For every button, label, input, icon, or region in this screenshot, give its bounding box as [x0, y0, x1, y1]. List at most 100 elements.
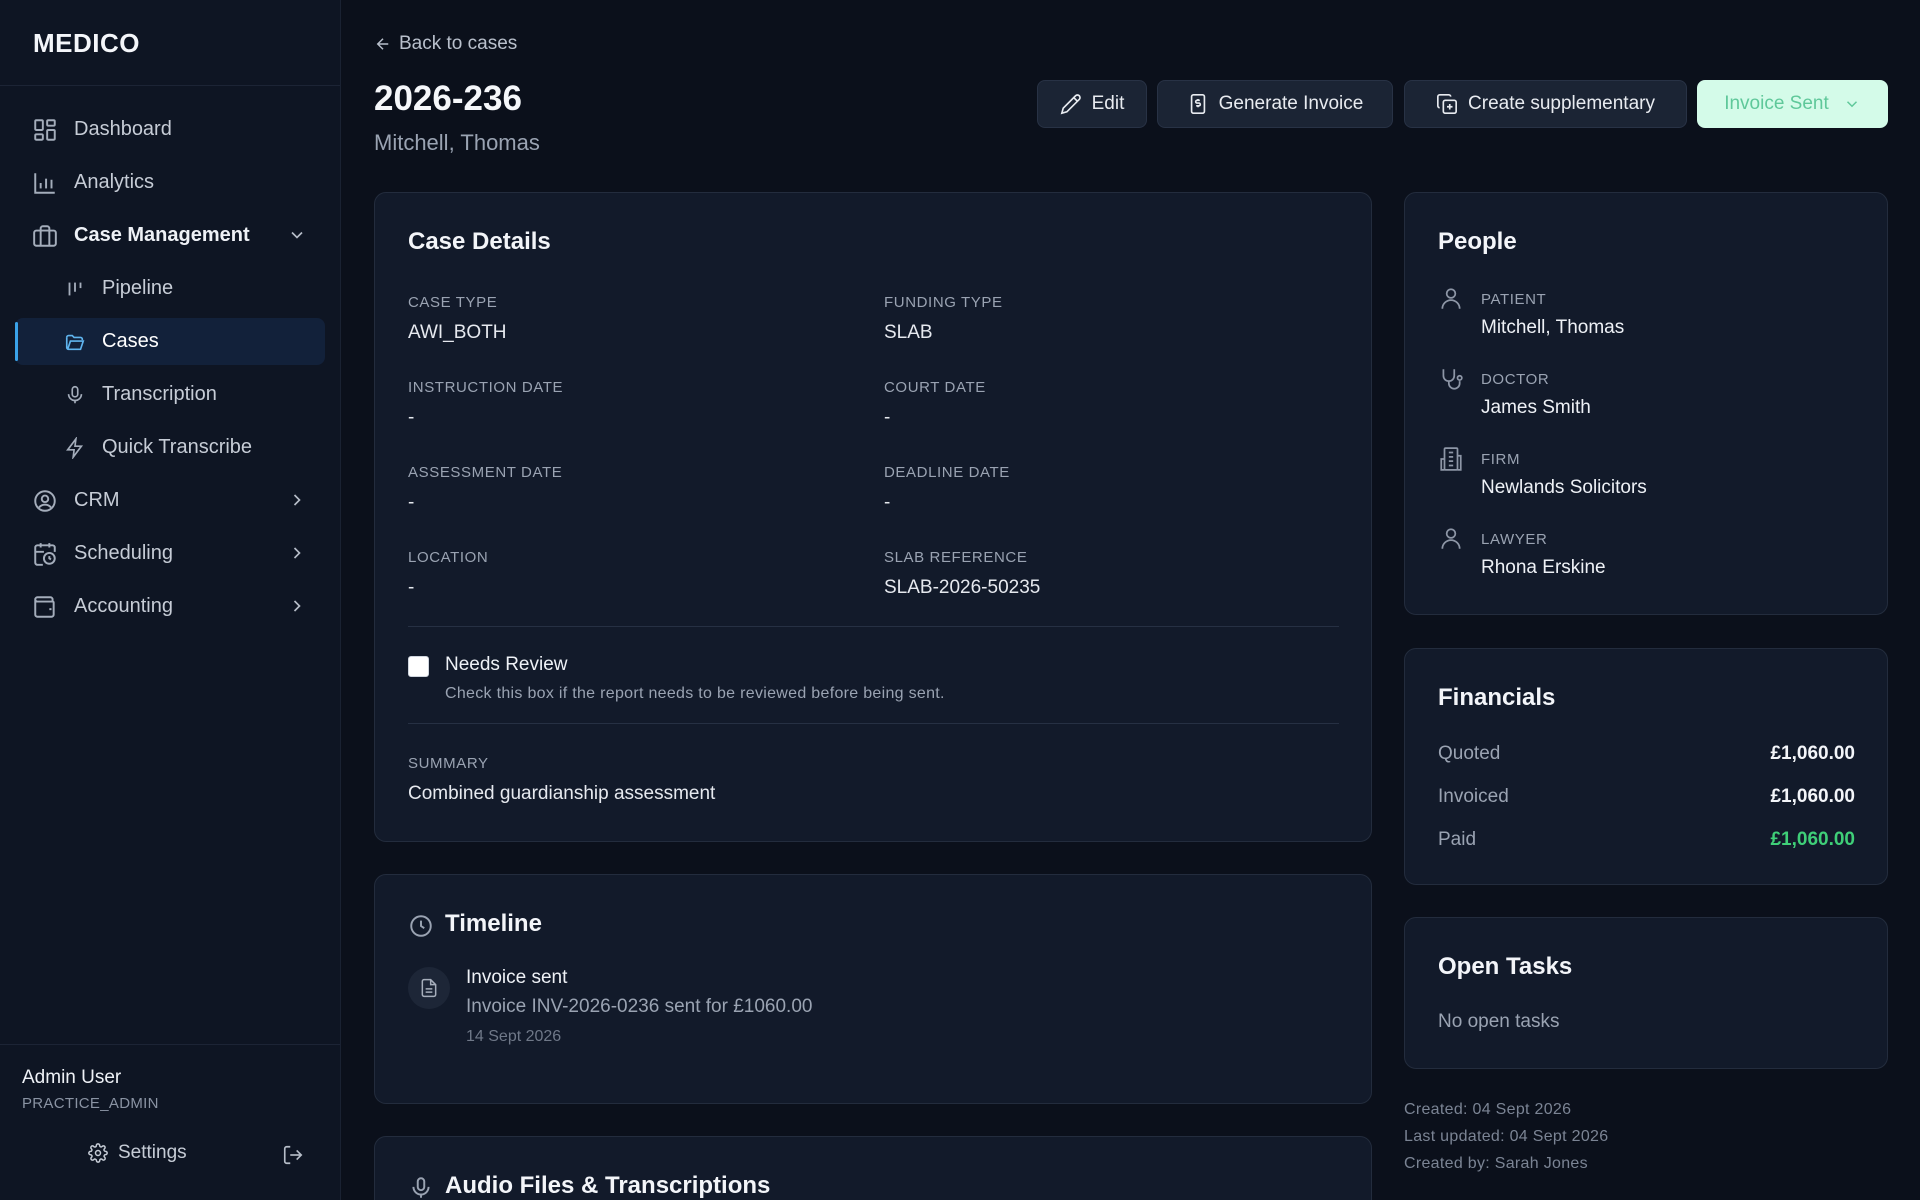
field-value: -: [884, 492, 891, 513]
field-label: SLAB Reference: [884, 549, 1028, 566]
timeline-event-description: Invoice INV-2026-0236 sent for £1060.00: [466, 996, 813, 1017]
financial-row-invoiced: Invoiced £1,060.00: [1438, 786, 1855, 810]
needs-review-label: Needs Review: [445, 654, 568, 675]
sidebar-item-label: Case Management: [74, 224, 250, 246]
card-title: People: [1438, 228, 1517, 255]
person-name: Rhona Erskine: [1481, 557, 1606, 578]
card-title: Timeline: [445, 910, 542, 937]
user-icon: [1438, 526, 1464, 552]
sidebar-item-scheduling[interactable]: Scheduling: [15, 530, 325, 577]
chevron-down-icon: [1843, 95, 1861, 113]
financial-label: Invoiced: [1438, 786, 1509, 807]
person-name: Mitchell, Thomas: [1481, 317, 1625, 338]
created-by: Created by: Sarah Jones: [1404, 1155, 1588, 1172]
settings-button[interactable]: Settings: [88, 1142, 187, 1164]
person-role: Patient: [1481, 291, 1547, 308]
card-title: Audio Files & Transcriptions: [445, 1172, 771, 1199]
field-label: Assessment Date: [408, 464, 563, 481]
field-location: Location -: [408, 549, 488, 599]
needs-review-checkbox[interactable]: [408, 656, 429, 677]
invoice-icon: [1187, 93, 1209, 115]
chevron-down-icon: [287, 225, 307, 245]
sidebar-item-analytics[interactable]: Analytics: [15, 159, 325, 206]
divider: [408, 626, 1339, 627]
field-value: -: [408, 577, 415, 598]
calendar-clock-icon: [32, 541, 58, 567]
financial-value: £1,060.00: [1770, 786, 1855, 807]
updated-date: Last updated: 04 Sept 2026: [1404, 1128, 1609, 1145]
page-title: 2026-236: [374, 79, 522, 118]
wallet-icon: [32, 594, 58, 620]
page-subtitle: Mitchell, Thomas: [374, 130, 540, 155]
sidebar-item-transcription[interactable]: Transcription: [15, 371, 325, 418]
divider: [408, 723, 1339, 724]
sidebar-item-quick-transcribe[interactable]: Quick Transcribe: [15, 424, 325, 471]
sidebar-item-cases[interactable]: Cases: [15, 318, 325, 365]
timeline-event-title: Invoice sent: [466, 967, 568, 988]
open-tasks-card: Open Tasks No open tasks: [1404, 917, 1888, 1069]
card-title: Financials: [1438, 684, 1556, 711]
edit-button[interactable]: Edit: [1037, 80, 1147, 128]
financials-card: Financials Quoted £1,060.00 Invoiced £1,…: [1404, 648, 1888, 885]
generate-invoice-button[interactable]: Generate Invoice: [1157, 80, 1393, 128]
sidebar-item-dashboard[interactable]: Dashboard: [15, 106, 325, 153]
field-court-date: Court Date -: [884, 379, 986, 429]
field-value: AWI_BOTH: [408, 322, 507, 343]
chevron-right-icon: [287, 543, 307, 563]
sidebar-item-label: Dashboard: [74, 118, 172, 140]
person-role: Doctor: [1481, 371, 1550, 388]
financial-value: £1,060.00: [1770, 743, 1855, 764]
sidebar: MEDICO Dashboard Analytics Case Manageme…: [0, 0, 341, 1200]
card-title: Open Tasks: [1438, 953, 1573, 980]
sidebar-item-label: Analytics: [74, 171, 155, 193]
user-circle-icon: [32, 488, 58, 514]
field-value: -: [408, 407, 415, 428]
financial-label: Quoted: [1438, 743, 1501, 764]
status-dropdown[interactable]: Invoice Sent: [1697, 80, 1888, 128]
sidebar-item-crm[interactable]: CRM: [15, 477, 325, 524]
lightning-icon: [64, 436, 86, 459]
folder-open-icon: [64, 331, 86, 353]
user-role: PRACTICE_ADMIN: [22, 1095, 159, 1112]
field-value: SLAB-2026-50235: [884, 577, 1041, 598]
person-name: Newlands Solicitors: [1481, 477, 1647, 498]
user-panel: Admin User PRACTICE_ADMIN Settings: [0, 1044, 340, 1200]
card-title: Case Details: [408, 228, 551, 255]
clock-icon: [408, 913, 434, 939]
financial-row-quoted: Quoted £1,060.00: [1438, 743, 1855, 767]
case-details-card: Case Details Case Type AWI_BOTH Funding …: [374, 192, 1372, 842]
sidebar-nav: Dashboard Analytics Case Management Pipe…: [0, 86, 340, 630]
sidebar-item-label: Accounting: [74, 595, 173, 617]
sidebar-item-pipeline[interactable]: Pipeline: [15, 265, 325, 312]
financial-label: Paid: [1438, 829, 1477, 850]
sidebar-item-case-management[interactable]: Case Management: [15, 212, 325, 259]
person-role: Firm: [1481, 451, 1521, 468]
microphone-icon: [408, 1175, 434, 1200]
audio-files-card: Audio Files & Transcriptions: [374, 1136, 1372, 1200]
field-label: Deadline Date: [884, 464, 1010, 481]
edit-label: Edit: [1091, 93, 1125, 114]
back-to-cases-link[interactable]: Back to cases: [374, 33, 517, 55]
sidebar-item-label: Scheduling: [74, 542, 173, 564]
field-label: Summary: [408, 755, 489, 772]
chevron-right-icon: [287, 490, 307, 510]
logout-icon[interactable]: [282, 1144, 304, 1166]
sidebar-item-label: Transcription: [102, 383, 217, 405]
field-instruction-date: Instruction Date -: [408, 379, 563, 429]
user-icon: [1438, 286, 1464, 312]
field-label: Funding Type: [884, 294, 1003, 311]
timeline-event-date: 14 Sept 2026: [466, 1028, 562, 1045]
created-date: Created: 04 Sept 2026: [1404, 1101, 1572, 1118]
field-case-type: Case Type AWI_BOTH: [408, 294, 507, 344]
sidebar-item-accounting[interactable]: Accounting: [15, 583, 325, 630]
field-label: Court Date: [884, 379, 986, 396]
copy-plus-icon: [1436, 93, 1458, 115]
settings-label: Settings: [118, 1142, 187, 1163]
field-summary: Summary Combined guardianship assessment: [408, 755, 715, 805]
dashboard-icon: [32, 117, 58, 143]
field-value: SLAB: [884, 322, 933, 343]
create-supplementary-button[interactable]: Create supplementary: [1404, 80, 1687, 128]
person-role: Lawyer: [1481, 531, 1548, 548]
generate-invoice-label: Generate Invoice: [1218, 93, 1364, 114]
empty-state: No open tasks: [1438, 1011, 1560, 1032]
